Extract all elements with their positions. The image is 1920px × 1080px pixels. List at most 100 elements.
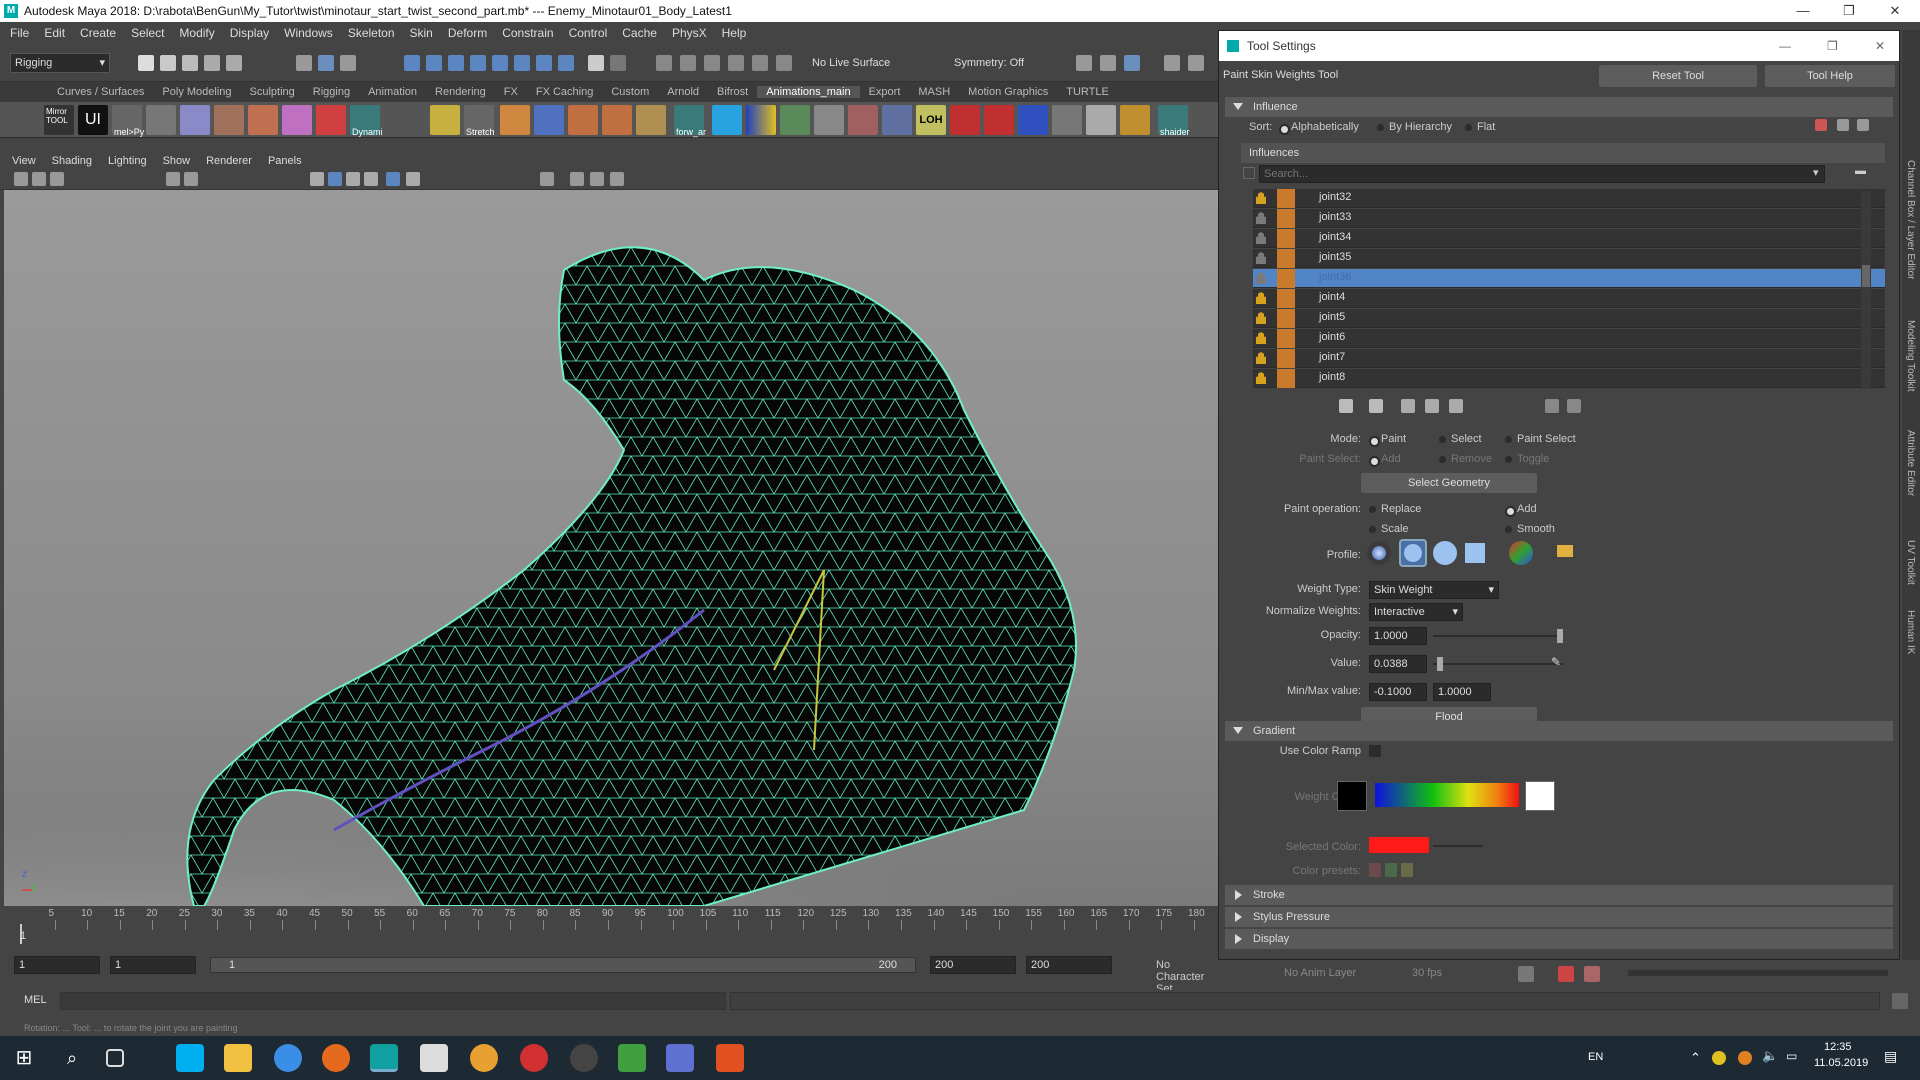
influence-color-swatch[interactable] bbox=[1277, 209, 1295, 228]
settings-gear-icon[interactable] bbox=[520, 1044, 548, 1072]
diamond-shelf-icon[interactable] bbox=[248, 105, 278, 135]
notification-icon[interactable]: ▤ bbox=[1884, 1048, 1897, 1065]
camera-attrs-icon[interactable] bbox=[32, 172, 46, 186]
list-view-icon[interactable] bbox=[1837, 119, 1849, 131]
range-end-field[interactable]: 200 bbox=[1026, 956, 1112, 974]
snap-grid-icon[interactable] bbox=[404, 55, 420, 71]
tray-chevron-icon[interactable]: ⌃ bbox=[1690, 1050, 1701, 1066]
menu-skeleton[interactable]: Skeleton bbox=[348, 26, 395, 40]
select-geometry-button[interactable]: Select Geometry bbox=[1361, 473, 1537, 493]
influence-row[interactable]: joint34 bbox=[1253, 229, 1885, 248]
select-tool-icon[interactable] bbox=[296, 55, 312, 71]
steam-icon[interactable] bbox=[570, 1044, 598, 1072]
thunderbird-icon[interactable] bbox=[274, 1044, 302, 1072]
channel-box-icon[interactable] bbox=[1164, 55, 1180, 71]
undo-icon[interactable] bbox=[204, 55, 220, 71]
shader-shelf-icon[interactable]: shaider bbox=[1158, 105, 1190, 137]
star-shelf-icon[interactable] bbox=[848, 105, 878, 135]
influence-row[interactable]: joint33 bbox=[1253, 209, 1885, 228]
save-scene-icon[interactable] bbox=[182, 55, 198, 71]
snap-point-icon[interactable] bbox=[448, 55, 464, 71]
render-settings-icon[interactable] bbox=[728, 55, 744, 71]
windows-start-icon[interactable]: ⊞ bbox=[10, 1044, 38, 1072]
ik-shelf-icon[interactable] bbox=[534, 105, 564, 135]
influence-row[interactable]: joint35 bbox=[1253, 249, 1885, 268]
influence-color-swatch[interactable] bbox=[1277, 289, 1295, 308]
open-scene-icon[interactable] bbox=[160, 55, 176, 71]
textured-icon[interactable] bbox=[364, 172, 378, 186]
influence-search-input[interactable] bbox=[1259, 165, 1825, 183]
scrollbar-thumb[interactable] bbox=[1862, 265, 1870, 287]
line-shelf-icon[interactable] bbox=[430, 105, 460, 135]
shelf-tab-animation[interactable]: Animation bbox=[359, 86, 426, 98]
influence-color-swatch[interactable] bbox=[1277, 369, 1295, 388]
calculator-icon[interactable] bbox=[420, 1044, 448, 1072]
network-icon[interactable]: ▭ bbox=[1786, 1049, 1797, 1063]
firefox-icon[interactable] bbox=[322, 1044, 350, 1072]
history-icon[interactable] bbox=[610, 55, 626, 71]
hypershade-icon[interactable] bbox=[752, 55, 768, 71]
search-options-icon[interactable]: ▬ bbox=[1855, 165, 1866, 177]
paint-op-add-radio[interactable]: Add bbox=[1505, 503, 1537, 517]
clock-time[interactable]: 12:35 bbox=[1824, 1041, 1852, 1053]
lock-icon[interactable] bbox=[1256, 332, 1266, 344]
shelf-tab-export[interactable]: Export bbox=[860, 86, 910, 98]
file-explorer-icon[interactable] bbox=[224, 1044, 252, 1072]
joint-chain-shelf-icon[interactable] bbox=[500, 105, 530, 135]
grid-shelf-icon[interactable] bbox=[1052, 105, 1082, 135]
shelf-tab-mash[interactable]: MASH bbox=[909, 86, 959, 98]
playback-scroll[interactable] bbox=[1628, 970, 1888, 976]
normalize-weights-dropdown[interactable]: Interactive ▾ bbox=[1369, 603, 1463, 621]
color-preset-2[interactable] bbox=[1385, 863, 1397, 877]
playback-start-field[interactable]: 1 bbox=[110, 956, 196, 974]
viewport-menu-show[interactable]: Show bbox=[163, 155, 191, 167]
maximize-panel-icon[interactable] bbox=[610, 172, 624, 186]
influence-section-header[interactable]: Influence bbox=[1225, 97, 1893, 117]
chrome-icon[interactable] bbox=[470, 1044, 498, 1072]
sort-alphabetically-radio[interactable]: Alphabetically bbox=[1279, 121, 1359, 135]
time-slider[interactable]: 5 10 15 20 25 30 35 40 45 50 55 60 65 70 75 80 85 90 95 100… bbox=[0, 908, 1218, 948]
blue-rig-shelf-icon[interactable] bbox=[1018, 105, 1048, 135]
selected-color-slider[interactable] bbox=[1433, 845, 1483, 847]
red-rig2-shelf-icon[interactable] bbox=[984, 105, 1014, 135]
task-view-icon[interactable] bbox=[106, 1049, 124, 1067]
volume-icon[interactable]: 🔈 bbox=[1762, 1048, 1778, 1064]
menu-control[interactable]: Control bbox=[569, 26, 608, 40]
stretch-shelf-icon[interactable]: Stretch bbox=[464, 105, 495, 137]
curve-shelf-icon[interactable] bbox=[146, 105, 176, 135]
opacity-field[interactable]: 1.0000 bbox=[1369, 627, 1427, 645]
locator-shelf-icon[interactable] bbox=[814, 105, 844, 135]
forward-shelf-icon[interactable]: forw_ar bbox=[674, 105, 706, 137]
menu-deform[interactable]: Deform bbox=[448, 26, 487, 40]
influence-row[interactable]: joint4 bbox=[1253, 289, 1885, 308]
snap-curve-icon[interactable] bbox=[426, 55, 442, 71]
shelf-tab-sculpting[interactable]: Sculpting bbox=[241, 86, 304, 98]
nurbs-shelf-icon[interactable] bbox=[180, 105, 210, 135]
tray-app2-icon[interactable] bbox=[1738, 1051, 1752, 1065]
restore-button[interactable]: ❐ bbox=[1826, 0, 1872, 22]
max-value-field[interactable]: 1.0000 bbox=[1433, 683, 1491, 701]
value-field[interactable]: 0.0388 bbox=[1369, 655, 1427, 673]
tool-settings-title-bar[interactable]: Tool Settings — ❐ ✕ bbox=[1219, 31, 1899, 61]
discord-icon[interactable] bbox=[666, 1044, 694, 1072]
opacity-slider[interactable] bbox=[1433, 629, 1563, 643]
shelf-tab-rendering[interactable]: Rendering bbox=[426, 86, 495, 98]
bookmark-icon[interactable] bbox=[50, 172, 64, 186]
selected-color-swatch[interactable] bbox=[1369, 837, 1429, 853]
copy-weights-icon[interactable] bbox=[1339, 399, 1353, 413]
live-surface-label[interactable]: No Live Surface bbox=[812, 57, 890, 69]
snap-vertex-icon[interactable] bbox=[514, 55, 530, 71]
ts-restore-button[interactable]: ❐ bbox=[1827, 31, 1838, 61]
influence-row[interactable]: joint6 bbox=[1253, 329, 1885, 348]
sort-flat-radio[interactable]: Flat bbox=[1465, 121, 1495, 133]
ts-close-button[interactable]: ✕ bbox=[1875, 31, 1885, 61]
camera-icon[interactable] bbox=[14, 172, 28, 186]
influence-color-swatch[interactable] bbox=[1277, 269, 1295, 288]
paste-weights-icon[interactable] bbox=[1369, 399, 1383, 413]
menu-file[interactable]: File bbox=[10, 26, 29, 40]
shelf-tab-poly[interactable]: Poly Modeling bbox=[153, 86, 240, 98]
shelf-tab-arnold[interactable]: Arnold bbox=[658, 86, 708, 98]
smooth-shade-icon[interactable] bbox=[328, 172, 342, 186]
influence-row[interactable]: joint32 bbox=[1253, 189, 1885, 208]
lock-icon[interactable] bbox=[1256, 352, 1266, 364]
